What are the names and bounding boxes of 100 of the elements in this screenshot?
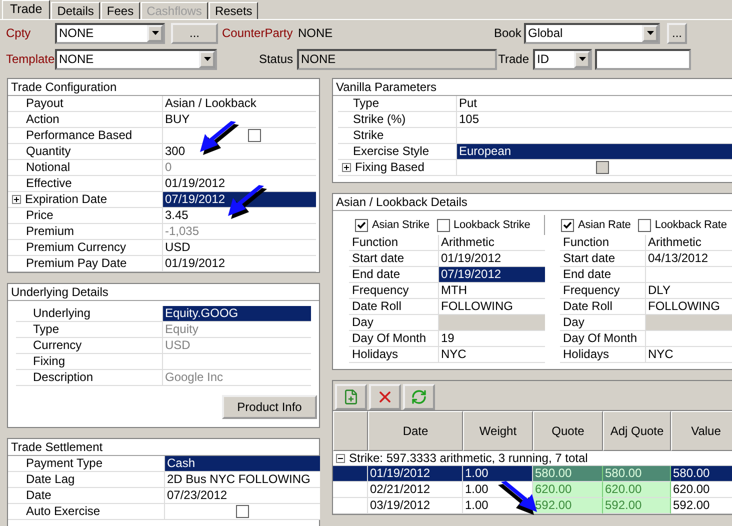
- delete-button[interactable]: [369, 384, 401, 410]
- value-cell[interactable]: Google Inc: [163, 370, 311, 386]
- value-cell[interactable]: USD: [163, 338, 311, 354]
- property-row[interactable]: Action BUY: [8, 112, 316, 128]
- value-cell[interactable]: DLY: [646, 283, 732, 299]
- column-header[interactable]: Value: [671, 411, 732, 451]
- input-field[interactable]: [595, 48, 691, 70]
- property-value: DLY: [648, 283, 670, 298]
- property-label: Date: [26, 488, 52, 503]
- property-row[interactable]: Notional 0: [8, 160, 316, 176]
- value-cell[interactable]: 07/23/2012: [165, 488, 320, 504]
- column-header[interactable]: [333, 411, 368, 451]
- property-value: 19: [441, 331, 454, 346]
- value-cell[interactable]: Asian / Lookback: [163, 96, 316, 112]
- column-header[interactable]: Quote: [533, 411, 603, 451]
- checkbox[interactable]: [561, 218, 574, 232]
- property-row[interactable]: Performance Based: [8, 128, 316, 144]
- property-row[interactable]: Price 3.45: [8, 208, 316, 224]
- table-cell: 592.00: [533, 498, 603, 514]
- field-label: Status: [258, 52, 294, 66]
- tab[interactable]: Fees: [100, 2, 140, 19]
- property-row[interactable]: Payout Asian / Lookback: [8, 96, 316, 112]
- property-row[interactable]: Premium Pay Date 01/19/2012: [8, 256, 316, 272]
- value-cell[interactable]: 07/19/2012: [163, 192, 316, 208]
- property-row[interactable]: Underlying Equity.GOOG: [16, 306, 311, 322]
- checkbox-label: Lookback Rate: [654, 219, 727, 231]
- value-cell[interactable]: 3.45: [163, 208, 316, 224]
- value-cell[interactable]: 04/13/2012: [646, 251, 732, 267]
- value-cell[interactable]: Arithmetic: [439, 235, 545, 251]
- property-row[interactable]: Exercise Style European: [338, 144, 732, 160]
- checkbox[interactable]: [248, 129, 261, 142]
- checkbox[interactable]: [236, 505, 249, 518]
- value-cell[interactable]: 0: [163, 160, 316, 176]
- add-file-icon: [343, 389, 359, 405]
- browse-button[interactable]: ...: [667, 22, 687, 44]
- tab[interactable]: Details: [51, 2, 100, 19]
- value-cell[interactable]: 07/19/2012: [439, 267, 545, 283]
- checkbox[interactable]: [638, 218, 651, 232]
- property-row[interactable]: Premium Currency USD: [8, 240, 316, 256]
- dropdown[interactable]: NONE: [55, 48, 217, 70]
- value-cell[interactable]: Arithmetic: [646, 235, 732, 251]
- dropdown[interactable]: ID: [533, 48, 592, 70]
- checkbox[interactable]: [436, 218, 450, 232]
- property-row[interactable]: Premium -1,035: [8, 224, 316, 240]
- property-row[interactable]: Type Put: [338, 96, 732, 112]
- property-value: Google Inc: [165, 370, 224, 385]
- value-cell[interactable]: Equity: [163, 322, 311, 338]
- property-row[interactable]: Auto Exercise: [8, 504, 320, 520]
- property-row[interactable]: Quantity 300: [8, 144, 316, 160]
- tab[interactable]: Resets: [208, 2, 258, 19]
- dropdown[interactable]: NONE: [55, 22, 165, 44]
- property-row[interactable]: Payment Type Cash: [8, 456, 320, 472]
- value-cell[interactable]: FOLLOWING: [646, 299, 732, 315]
- property-row[interactable]: Currency USD: [16, 338, 311, 354]
- value-cell[interactable]: -1,035: [163, 224, 316, 240]
- browse-button[interactable]: ...: [171, 22, 218, 44]
- refresh-button[interactable]: [403, 384, 435, 410]
- property-row[interactable]: Strike (%) 105: [338, 112, 732, 128]
- dropdown[interactable]: Global: [524, 22, 660, 44]
- property-label: Day Of Month: [563, 331, 638, 346]
- value-cell[interactable]: [163, 128, 316, 144]
- property-row[interactable]: Expiration Date 07/19/2012: [8, 192, 316, 208]
- value-cell[interactable]: NYC: [646, 347, 732, 363]
- column-header[interactable]: Adj Quote: [603, 411, 671, 451]
- value-cell[interactable]: European: [457, 144, 732, 160]
- property-label: Date Lag: [26, 472, 75, 487]
- property-row[interactable]: Fixing: [16, 354, 311, 370]
- value-cell[interactable]: FOLLOWING: [439, 299, 545, 315]
- property-row[interactable]: Effective 01/19/2012: [8, 176, 316, 192]
- property-row[interactable]: Date 07/23/2012: [8, 488, 320, 504]
- expand-icon[interactable]: [12, 195, 21, 204]
- checkbox-label: Asian Rate: [578, 219, 631, 231]
- value-cell[interactable]: 01/19/2012: [439, 251, 545, 267]
- value-cell[interactable]: 01/19/2012: [163, 256, 316, 272]
- value-cell[interactable]: 300: [163, 144, 316, 160]
- value-cell[interactable]: 19: [439, 331, 545, 347]
- value-cell[interactable]: Put: [457, 96, 732, 112]
- property-value: NYC: [648, 347, 674, 362]
- value-cell[interactable]: NYC: [439, 347, 545, 363]
- value-cell[interactable]: MTH: [439, 283, 545, 299]
- collapse-icon[interactable]: [336, 454, 345, 462]
- property-value: 01/19/2012: [165, 256, 226, 271]
- property-row[interactable]: Date Lag 2D Bus NYC FOLLOWING: [8, 472, 320, 488]
- tab[interactable]: Trade: [2, 0, 50, 19]
- property-row[interactable]: Strike: [338, 128, 732, 144]
- value-cell[interactable]: [165, 504, 320, 520]
- value-cell[interactable]: 01/19/2012: [163, 176, 316, 192]
- product-info-button[interactable]: Product Info: [222, 395, 317, 419]
- add-row-button[interactable]: [335, 384, 367, 410]
- checkbox[interactable]: [355, 218, 368, 232]
- property-label: End date: [563, 267, 612, 282]
- property-row[interactable]: Type Equity: [16, 322, 311, 338]
- property-row[interactable]: Description Google Inc: [16, 370, 311, 386]
- value-cell[interactable]: 105: [457, 112, 732, 128]
- column-header[interactable]: Date: [368, 411, 463, 451]
- value-cell[interactable]: BUY: [163, 112, 316, 128]
- value-cell[interactable]: Equity.GOOG: [163, 306, 311, 322]
- column-header[interactable]: Weight: [463, 411, 533, 451]
- value-cell[interactable]: Cash: [165, 456, 320, 472]
- value-cell[interactable]: USD: [163, 240, 316, 256]
